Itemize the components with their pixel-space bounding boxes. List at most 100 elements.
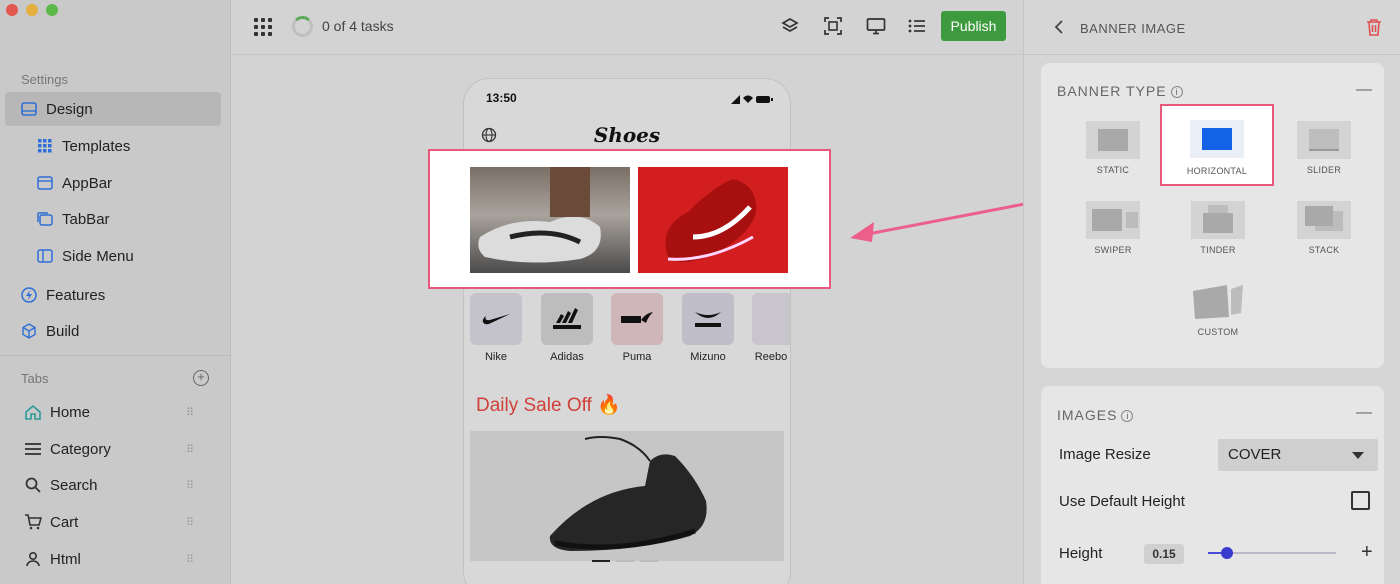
- drag-handle-icon[interactable]: ⠿: [186, 553, 194, 566]
- plus-icon[interactable]: +: [1361, 541, 1373, 564]
- desktop-preview-icon[interactable]: [866, 16, 886, 36]
- nike-logo-icon: [470, 293, 522, 345]
- reebok-logo-tile: [752, 293, 790, 345]
- image-resize-label: Image Resize: [1059, 446, 1151, 463]
- brand-name: Adidas: [550, 351, 584, 363]
- banner-type-label: SLIDER: [1306, 165, 1342, 175]
- tab-item-label: Home: [50, 403, 91, 421]
- height-label: Height: [1059, 545, 1103, 562]
- brand-item-reebok[interactable]: Reebo: [752, 293, 790, 363]
- side-menu-icon: [36, 247, 54, 265]
- collapse-icon[interactable]: —: [1356, 81, 1372, 99]
- sidebar-item-side-menu[interactable]: Side Menu: [5, 239, 221, 273]
- sale-section-title: Daily Sale Off 🔥: [476, 395, 621, 416]
- close-window-button[interactable]: [6, 4, 18, 16]
- banner-type-label: SWIPER: [1094, 245, 1132, 255]
- banner-highlight: [428, 149, 831, 289]
- banner-type-stack[interactable]: STACK: [1294, 201, 1354, 255]
- cube-icon: [20, 322, 38, 340]
- sidebar-item-features[interactable]: Features: [5, 278, 221, 312]
- brand-item-puma[interactable]: Puma: [611, 293, 663, 363]
- banner-type-swiper[interactable]: SWIPER: [1083, 201, 1143, 255]
- publish-button[interactable]: Publish: [941, 11, 1006, 41]
- minimize-window-button[interactable]: [26, 4, 38, 16]
- sidebar-item-label: Templates: [62, 137, 131, 155]
- back-chevron-icon[interactable]: [1054, 19, 1064, 40]
- default-height-checkbox[interactable]: [1351, 491, 1370, 510]
- tabbar-icon: [36, 210, 54, 228]
- panel-title: BANNER IMAGE: [1080, 21, 1186, 36]
- sidebar-item-label: Side Menu: [62, 247, 134, 265]
- carousel-dots: [592, 560, 658, 562]
- caret-down-icon: [1352, 452, 1364, 459]
- puma-logo-icon: [611, 293, 663, 345]
- info-icon[interactable]: i: [1121, 410, 1134, 423]
- slider-handle[interactable]: [1221, 547, 1234, 559]
- tab-item-category[interactable]: Category ⠿: [5, 432, 221, 466]
- bolt-icon: [20, 286, 38, 304]
- sidebar-item-tabbar[interactable]: TabBar: [5, 202, 221, 236]
- drag-handle-icon[interactable]: ⠿: [186, 516, 194, 529]
- menu-icon: [24, 440, 42, 458]
- list-icon[interactable]: [907, 16, 927, 36]
- sidebar-item-label: Features: [46, 286, 106, 304]
- sidebar-item-label: Design: [46, 100, 93, 118]
- sidebar-item-build[interactable]: Build: [5, 314, 221, 348]
- status-icons: [731, 91, 776, 104]
- collapse-icon[interactable]: —: [1356, 404, 1372, 422]
- layers-icon[interactable]: [780, 16, 800, 36]
- sidebar-item-design[interactable]: Design: [5, 92, 221, 126]
- banner-image-white-shoe[interactable]: [470, 167, 630, 273]
- brand-item-mizuno[interactable]: Mizuno: [682, 293, 734, 363]
- banner-type-custom[interactable]: CUSTOM: [1188, 283, 1248, 337]
- task-counter[interactable]: 0 of 4 tasks: [322, 18, 394, 34]
- brand-name: Mizuno: [690, 351, 726, 363]
- default-height-label: Use Default Height: [1059, 493, 1185, 510]
- sidebar-item-appbar[interactable]: AppBar: [5, 166, 221, 200]
- add-tab-button[interactable]: +: [193, 370, 209, 386]
- top-toolbar: 0 of 4 tasks Publish: [232, 0, 1022, 55]
- banner-type-tinder[interactable]: TINDER: [1188, 201, 1248, 255]
- brand-item-nike[interactable]: Nike: [470, 293, 522, 363]
- banner-image-red-shoe[interactable]: [638, 167, 788, 273]
- banner-type-label: CUSTOM: [1197, 327, 1239, 337]
- tab-item-search[interactable]: Search ⠿: [5, 468, 221, 502]
- trash-icon[interactable]: [1366, 18, 1382, 36]
- images-card: IMAGES i — Image Resize COVER Use Default…: [1041, 386, 1384, 584]
- task-progress-icon: [292, 16, 313, 37]
- images-title: IMAGES i: [1057, 407, 1134, 423]
- grid-icon: [36, 137, 54, 155]
- brand-name: Puma: [622, 351, 652, 363]
- sidebar-item-label: AppBar: [62, 174, 113, 192]
- sidebar-item-templates[interactable]: Templates: [5, 129, 221, 163]
- apps-grid-icon[interactable]: [254, 18, 272, 36]
- maximize-window-button[interactable]: [46, 4, 58, 16]
- banner-type-label: HORIZONTAL: [1186, 166, 1248, 176]
- tab-item-home[interactable]: Home ⠿: [5, 395, 221, 429]
- banner-type-label: BANNER TYPE: [1057, 83, 1167, 99]
- banner-type-static[interactable]: STATIC: [1083, 121, 1143, 175]
- height-slider[interactable]: [1208, 547, 1336, 559]
- search-icon: [24, 476, 42, 494]
- drag-handle-icon[interactable]: ⠿: [186, 443, 194, 456]
- image-resize-select[interactable]: COVER: [1218, 439, 1378, 471]
- banner-type-label: TINDER: [1200, 245, 1236, 255]
- sale-banner-image[interactable]: [470, 431, 784, 561]
- images-label: IMAGES: [1057, 407, 1118, 423]
- status-time: 13:50: [486, 91, 517, 105]
- info-icon[interactable]: i: [1170, 86, 1183, 99]
- horizontal-thumb-icon: [1190, 120, 1244, 158]
- tab-item-label: Html: [50, 550, 81, 568]
- brand-item-adidas[interactable]: Adidas: [541, 293, 593, 363]
- sidebar: Settings Design Templates AppBar TabBar …: [0, 0, 231, 584]
- drag-handle-icon[interactable]: ⠿: [186, 406, 194, 419]
- panel-header: BANNER IMAGE: [1024, 0, 1400, 55]
- tab-item-cart[interactable]: Cart ⠿: [5, 505, 221, 539]
- tab-item-html[interactable]: Html ⠿: [5, 542, 221, 576]
- qr-scan-icon[interactable]: [823, 16, 843, 36]
- drag-handle-icon[interactable]: ⠿: [186, 479, 194, 492]
- brand-name: Nike: [484, 351, 507, 363]
- banner-type-slider[interactable]: SLIDER: [1294, 121, 1354, 175]
- sidebar-item-label: Build: [46, 322, 80, 340]
- banner-type-horizontal[interactable]: HORIZONTAL: [1160, 104, 1274, 186]
